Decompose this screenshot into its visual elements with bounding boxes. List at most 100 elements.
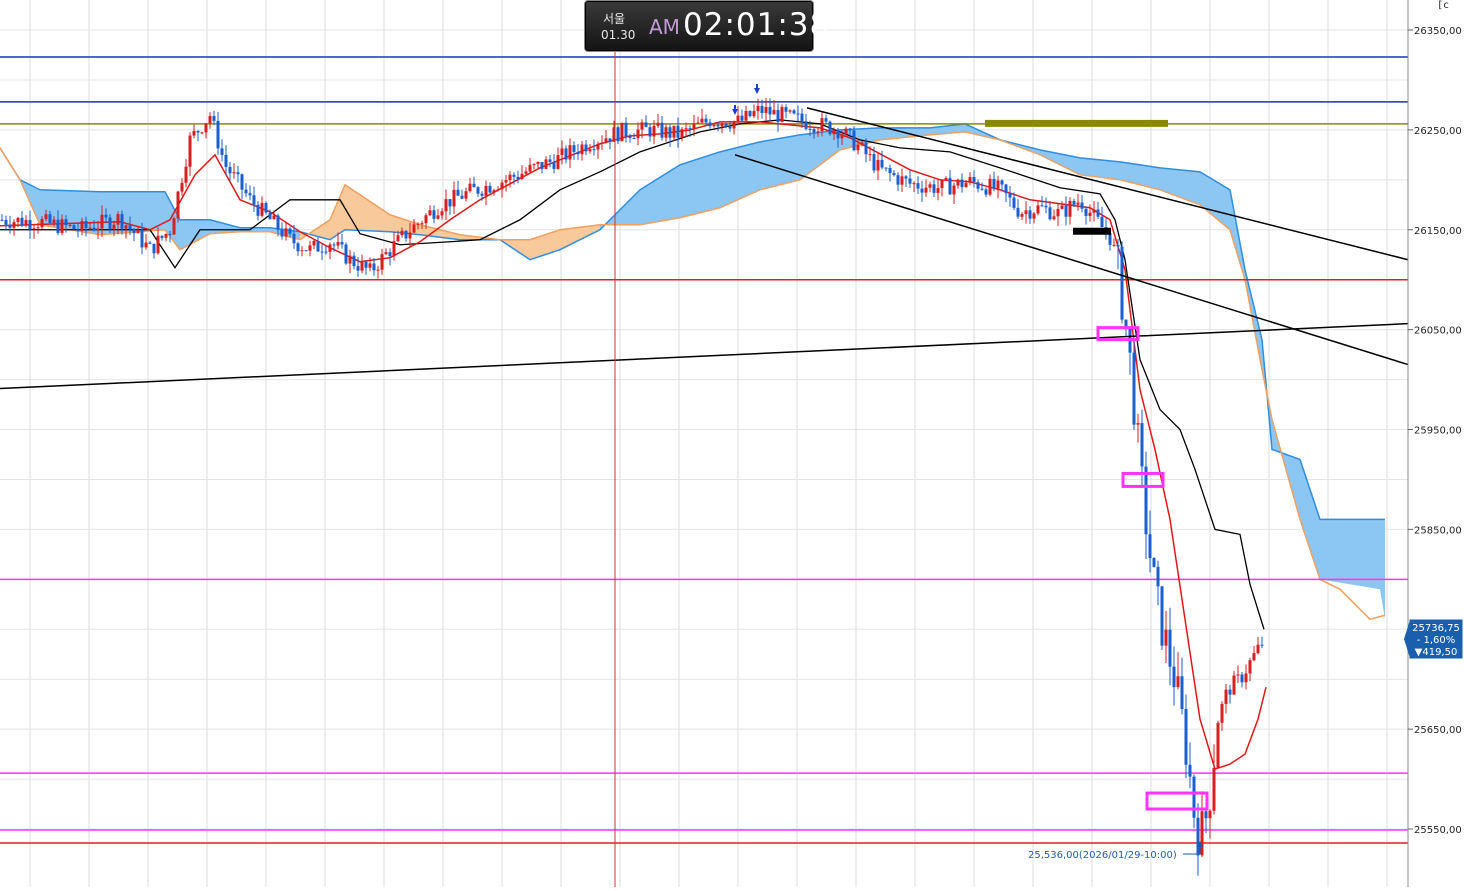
candle-body xyxy=(580,144,584,155)
candle-body xyxy=(524,171,528,174)
candle-body xyxy=(620,122,624,142)
candle-body xyxy=(240,174,244,190)
candle-body xyxy=(896,175,900,185)
candle-body xyxy=(704,118,708,123)
candle-body xyxy=(324,251,328,253)
candle-body xyxy=(456,189,460,196)
candle-body xyxy=(368,263,372,268)
candle-body xyxy=(1048,207,1052,220)
candle-body xyxy=(724,123,728,127)
candle-body xyxy=(168,233,172,235)
candle-body xyxy=(792,110,796,114)
candle-body xyxy=(172,218,176,235)
candle-body xyxy=(840,134,844,139)
candle-body xyxy=(1200,811,1204,856)
candle-body xyxy=(500,182,504,190)
candle-body xyxy=(1052,216,1056,220)
candle-body xyxy=(344,244,348,264)
candle-body xyxy=(976,182,980,189)
candle-body xyxy=(444,199,448,212)
candle-body xyxy=(528,164,532,172)
candle-body xyxy=(248,193,252,196)
candle-body xyxy=(568,145,572,160)
candle-body xyxy=(1156,566,1160,587)
candle-body xyxy=(680,129,684,138)
candle-body xyxy=(1188,764,1192,777)
candle-body xyxy=(420,223,424,225)
candle-body xyxy=(708,122,712,127)
candle-body xyxy=(1252,653,1256,661)
candle-body xyxy=(312,240,316,246)
badge-change-pct: - 1,60% xyxy=(1417,635,1456,646)
candle-body xyxy=(604,138,608,143)
candle-body xyxy=(1108,232,1112,245)
candle-body xyxy=(784,107,788,112)
candle-body xyxy=(564,148,568,160)
candle-body xyxy=(508,174,512,181)
candle-body xyxy=(1240,674,1244,683)
candle-body xyxy=(1132,352,1136,425)
candle-body xyxy=(1208,810,1212,819)
candle-body xyxy=(652,125,656,137)
candle-body xyxy=(692,123,696,129)
candle-body xyxy=(488,185,492,193)
candle-body xyxy=(780,107,784,122)
candle-body xyxy=(4,220,8,225)
candle-body xyxy=(880,159,884,168)
candle-body xyxy=(308,245,312,251)
candle-body xyxy=(1000,180,1004,185)
candle-body xyxy=(908,178,912,184)
candle-body xyxy=(320,251,324,253)
candle-body xyxy=(88,227,92,229)
candle-body xyxy=(348,255,352,264)
candle-body xyxy=(884,167,888,169)
candle-body xyxy=(1192,776,1196,818)
candle-body xyxy=(996,180,1000,189)
candle-body xyxy=(392,241,396,257)
candle-body xyxy=(512,174,516,177)
candle-body xyxy=(156,235,160,254)
candle-body xyxy=(252,195,256,205)
candle-body xyxy=(244,189,248,194)
candle-body xyxy=(48,214,52,223)
candle-body xyxy=(80,220,84,231)
candle-body xyxy=(160,235,164,238)
candle-body xyxy=(140,229,144,248)
corner-label[interactable]: [c xyxy=(1437,0,1449,11)
candle-body xyxy=(208,115,212,124)
candle-body xyxy=(796,113,800,115)
candle-body xyxy=(200,132,204,134)
price-chart[interactable]: 26350,00 26250,00 26150,00 26050,00 25950,00… xyxy=(0,0,1464,887)
candle-body xyxy=(416,223,420,225)
candle-body xyxy=(872,154,876,171)
candle-body xyxy=(1220,703,1224,723)
candle-body xyxy=(184,166,188,183)
candle-body xyxy=(924,187,928,193)
candle-body xyxy=(284,228,288,237)
candle-body xyxy=(436,215,440,219)
candle-body xyxy=(12,222,16,228)
candle-body xyxy=(276,215,280,230)
candle-body xyxy=(1256,644,1260,654)
candle-body xyxy=(100,214,104,229)
candle-body xyxy=(1060,205,1064,209)
candle-body xyxy=(1244,673,1248,683)
candle-body xyxy=(540,162,544,169)
candle-body xyxy=(412,224,416,233)
candle-body xyxy=(232,172,236,174)
candle-body xyxy=(124,225,128,229)
candle-body xyxy=(376,269,380,271)
candle-body xyxy=(1100,216,1104,228)
candle-body xyxy=(164,233,168,238)
candle-body xyxy=(728,126,732,129)
candle-body xyxy=(1024,210,1028,215)
y-tick-label: 26050,00 xyxy=(1414,326,1462,337)
candle-body xyxy=(668,127,672,138)
candle-body xyxy=(132,229,136,234)
candle-body xyxy=(748,110,752,117)
candle-body xyxy=(756,105,760,112)
candle-body xyxy=(984,189,988,195)
candle-body xyxy=(1016,207,1020,217)
candle-body xyxy=(176,191,180,219)
candle-body xyxy=(192,130,196,136)
